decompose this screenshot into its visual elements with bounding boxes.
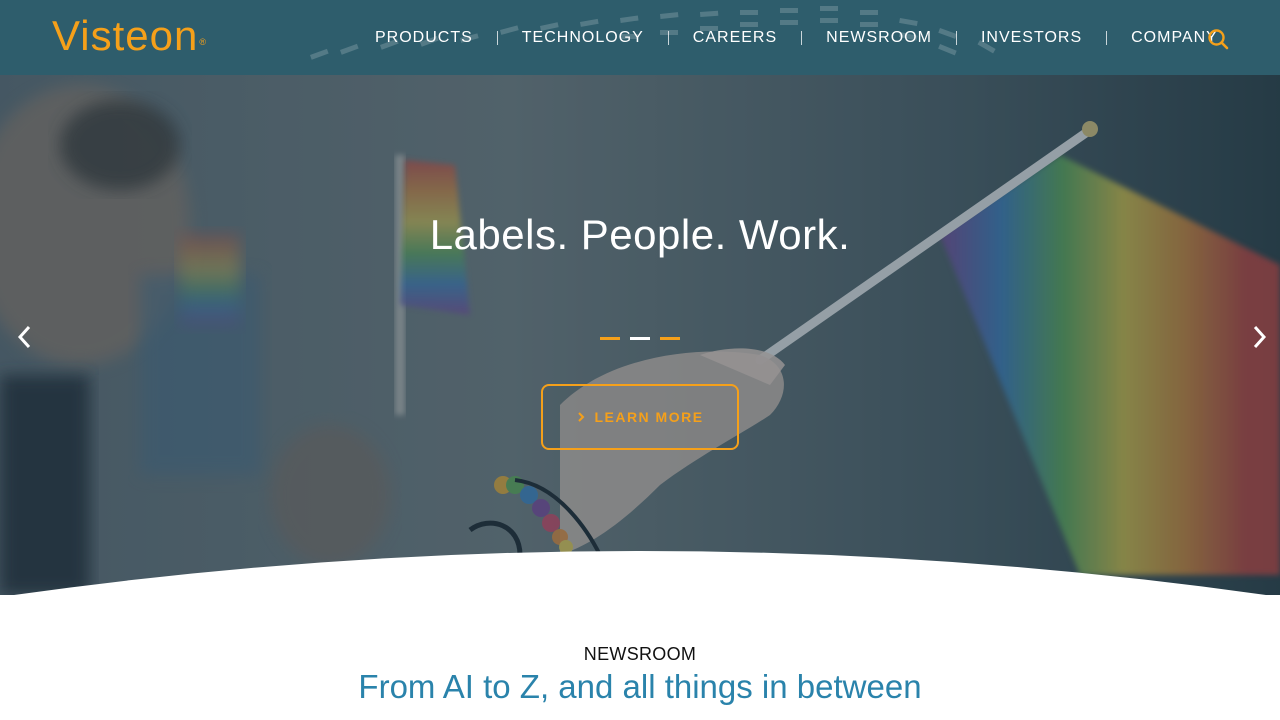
- logo-text: Visteon: [52, 12, 199, 59]
- hero-overlay: [0, 75, 1280, 595]
- main-nav: PRODUCTS TECHNOLOGY CAREERS NEWSROOM INV…: [351, 0, 1242, 75]
- chevron-left-icon: [17, 325, 31, 349]
- chevron-right-icon: [578, 412, 585, 422]
- search-icon: [1208, 29, 1229, 50]
- search-button[interactable]: [1206, 27, 1230, 51]
- carousel-prev-button[interactable]: [13, 323, 37, 351]
- site-header: Visteon® PRODUCTS TECHNOLOGY CAREERS NEW…: [0, 0, 1280, 75]
- registered-mark: ®: [199, 37, 207, 47]
- carousel-indicators: [600, 337, 680, 340]
- learn-more-label: LEARN MORE: [594, 409, 704, 425]
- nav-item-newsroom[interactable]: NEWSROOM: [802, 28, 956, 48]
- carousel-dot-3[interactable]: [660, 337, 680, 340]
- learn-more-button[interactable]: LEARN MORE: [541, 384, 739, 450]
- hero-title: Labels. People. Work.: [429, 211, 851, 258]
- hero-carousel: Labels. People. Work. LEARN MORE: [0, 75, 1280, 595]
- hero-bottom-curve: [14, 551, 1266, 595]
- nav-item-products[interactable]: PRODUCTS: [351, 28, 497, 48]
- carousel-next-button[interactable]: [1247, 323, 1271, 351]
- nav-item-investors[interactable]: INVESTORS: [957, 28, 1106, 48]
- newsroom-headline[interactable]: From AI to Z, and all things in between: [0, 668, 1280, 706]
- nav-item-technology[interactable]: TECHNOLOGY: [498, 28, 668, 48]
- carousel-dot-2[interactable]: [630, 337, 650, 340]
- newsroom-label: NEWSROOM: [583, 644, 697, 664]
- chevron-right-icon: [1253, 325, 1267, 349]
- carousel-dot-1[interactable]: [600, 337, 620, 340]
- nav-item-careers[interactable]: CAREERS: [669, 28, 801, 48]
- visteon-logo[interactable]: Visteon®: [52, 14, 207, 58]
